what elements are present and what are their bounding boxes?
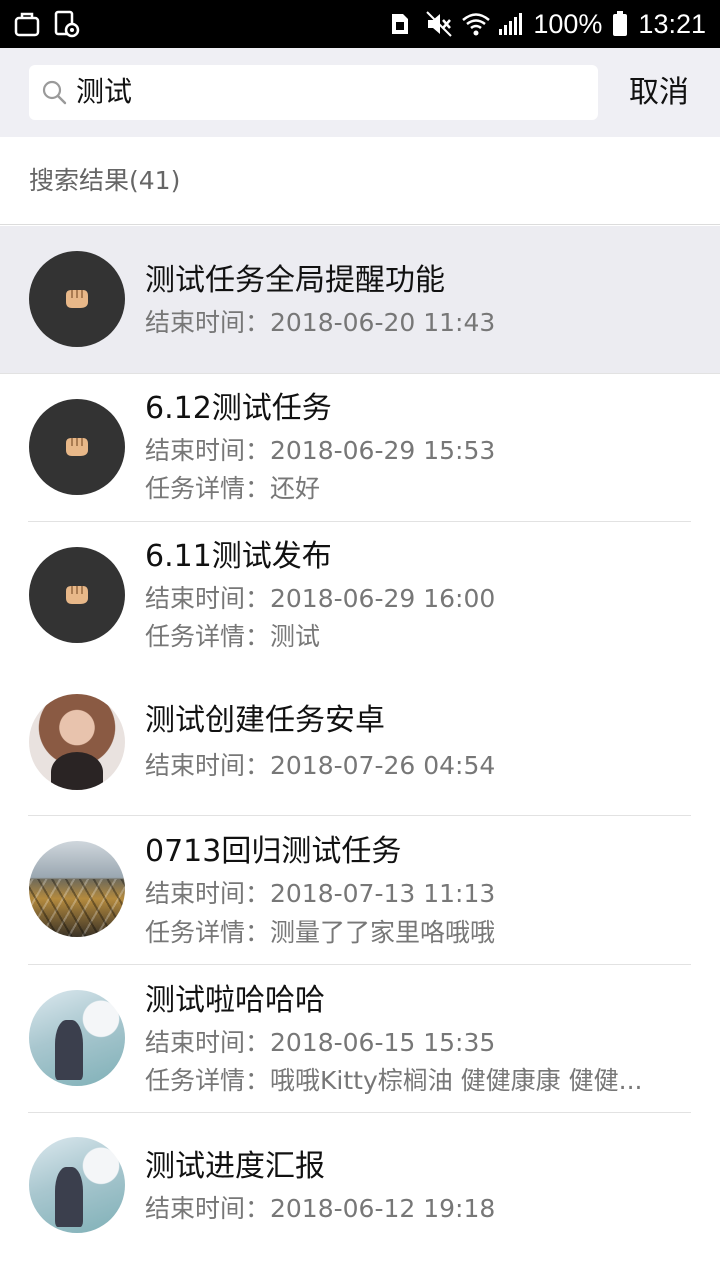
girl-photo-avatar — [29, 694, 125, 790]
result-end-time: 结束时间：2018-06-20 11:43 — [145, 308, 496, 337]
result-title: 测试啦哈哈哈 — [145, 983, 325, 1018]
list-item[interactable]: 测试啦哈哈哈 结束时间：2018-06-15 15:35 任务详情：哦哦Kitt… — [0, 965, 720, 1113]
result-detail: 任务详情：哦哦Kitty棕榈油 健健康康 健健... — [145, 1066, 643, 1095]
fist-icon — [66, 438, 88, 456]
result-detail: 任务详情：测试 — [145, 622, 321, 651]
result-end-time: 结束时间：2018-06-29 15:53 — [145, 436, 496, 465]
bag-icon — [14, 10, 40, 38]
result-end-time: 结束时间：2018-07-26 04:54 — [145, 751, 496, 780]
result-detail: 任务详情：测量了了家里咯哦哦 — [145, 918, 496, 947]
fist-avatar — [29, 251, 125, 347]
result-title: 6.12测试任务 — [145, 391, 332, 426]
search-header: 测试 取消 — [0, 48, 720, 137]
result-title: 测试任务全局提醒功能 — [145, 263, 445, 298]
list-item[interactable]: 0713回归测试任务 结束时间：2018-07-13 11:13 任务详情：测量… — [0, 816, 720, 965]
result-end-time: 结束时间：2018-07-13 11:13 — [145, 879, 496, 908]
result-end-time: 结束时间：2018-06-15 15:35 — [145, 1028, 496, 1057]
list-item[interactable]: 6.11测试发布 结束时间：2018-06-29 16:00 任务详情：测试 — [0, 522, 720, 670]
fist-avatar — [29, 547, 125, 643]
sim-icon — [389, 10, 415, 38]
status-bar: 100% 13:21 — [0, 0, 720, 48]
result-title: 测试创建任务安卓 — [145, 703, 385, 738]
tiles-photo-avatar — [29, 841, 125, 937]
search-query-text[interactable]: 测试 — [76, 74, 132, 110]
search-icon — [41, 79, 67, 105]
results-header: 搜索结果(41) — [0, 137, 720, 225]
result-title: 0713回归测试任务 — [145, 834, 402, 869]
fist-avatar — [29, 399, 125, 495]
list-item[interactable]: 6.12测试任务 结束时间：2018-06-29 15:53 任务详情：还好 — [0, 374, 720, 522]
list-item[interactable]: 测试创建任务安卓 结束时间：2018-07-26 04:54 — [0, 670, 720, 816]
fist-icon — [66, 290, 88, 308]
battery-icon — [612, 10, 628, 38]
result-title: 测试进度汇报 — [145, 1149, 325, 1184]
result-end-time: 结束时间：2018-06-12 19:18 — [145, 1194, 496, 1223]
cancel-button[interactable]: 取消 — [612, 70, 706, 116]
clock: 13:21 — [638, 8, 706, 39]
search-input[interactable]: 测试 — [29, 65, 598, 120]
mute-icon — [425, 10, 453, 38]
battery-percent: 100% — [533, 8, 603, 39]
results-count-label: 搜索结果(41) — [29, 166, 181, 195]
screen-record-icon — [54, 10, 80, 38]
fist-icon — [66, 586, 88, 604]
result-title: 6.11测试发布 — [145, 539, 332, 574]
result-detail: 任务详情：还好 — [145, 474, 321, 503]
result-end-time: 结束时间：2018-06-29 16:00 — [145, 584, 496, 613]
list-item[interactable]: 测试进度汇报 结束时间：2018-06-12 19:18 — [0, 1113, 720, 1259]
signal-icon — [497, 10, 523, 38]
pastel-photo-avatar — [29, 1137, 125, 1233]
wifi-icon — [461, 10, 491, 38]
pastel-photo-avatar — [29, 990, 125, 1086]
list-item[interactable]: 测试任务全局提醒功能 结束时间：2018-06-20 11:43 — [0, 226, 720, 374]
